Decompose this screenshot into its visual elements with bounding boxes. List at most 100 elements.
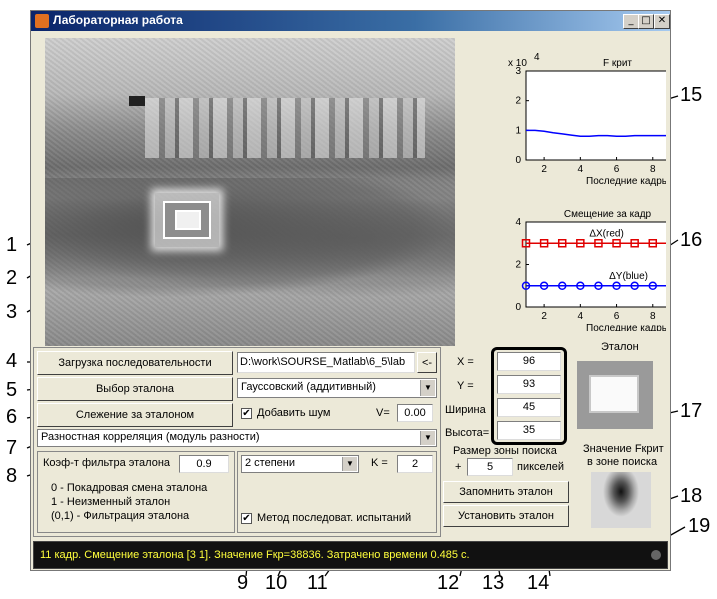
width-field[interactable]: 45 (497, 398, 561, 417)
filter-help-2: 1 - Неизменный эталон (51, 496, 171, 508)
close-button[interactable]: ✕ (654, 14, 670, 29)
remember-template-button[interactable]: Запомнить эталон (443, 481, 569, 503)
callout-18: 18 (680, 485, 703, 507)
x-label: X = (457, 356, 474, 368)
callout-17: 17 (680, 400, 703, 422)
track-template-button[interactable]: Слежение за эталоном (37, 403, 233, 427)
height-label: Высота= (445, 427, 490, 439)
callout-14: 14 (527, 572, 550, 594)
callout-19: 19 (688, 515, 711, 537)
x-tick-label: 2 (541, 164, 547, 175)
x-tick-label: 2 (541, 311, 547, 322)
filter-coef-field[interactable]: 0.9 (179, 455, 229, 473)
select-template-button[interactable]: Выбор эталона (37, 377, 233, 401)
video-frame[interactable] (45, 38, 455, 346)
y-field[interactable]: 93 (497, 375, 561, 394)
callout-11: 11 (307, 572, 328, 594)
status-text: 11 кадр. Смещение эталона [3 1]. Значени… (40, 549, 470, 561)
search-zone-field[interactable]: 5 (467, 458, 513, 476)
scene-trees (45, 178, 455, 298)
seq-test-label: Метод последоват. испытаний (257, 512, 412, 524)
chart-title: Смещение за кадр (564, 209, 652, 220)
y-tick-label: 0 (515, 302, 521, 313)
callout-1: 1 (6, 234, 18, 256)
callout-15: 15 (680, 84, 703, 106)
filter-help-1: 0 - Покадровая смена эталона (51, 482, 208, 494)
chart-title: F крит (603, 58, 632, 69)
series-label: ΔX(red) (589, 228, 623, 239)
add-noise-checkbox[interactable]: ✔ (241, 408, 252, 419)
matlab-icon (35, 14, 49, 28)
chevron-down-icon[interactable]: ▼ (420, 380, 435, 396)
v-value-field[interactable]: 0.00 (397, 404, 433, 422)
y-tick-label: 1 (515, 125, 521, 136)
height-field[interactable]: 35 (497, 421, 561, 440)
seq-test-checkbox[interactable]: ✔ (241, 513, 252, 524)
chart-exponent-power: 4 (534, 52, 540, 63)
x-tick-label: 8 (650, 311, 656, 322)
method-select[interactable]: Разностная корреляция (модуль разности) … (37, 429, 437, 447)
k-value-field[interactable]: 2 (397, 455, 433, 473)
x-tick-label: 6 (614, 164, 620, 175)
k-label: K = (371, 457, 388, 469)
path-arrow-button[interactable]: <- (417, 352, 437, 373)
callout-4: 4 (6, 350, 18, 372)
callout-7: 7 (6, 437, 18, 459)
callout-2: 2 (6, 267, 18, 289)
callout-5: 5 (6, 379, 18, 401)
chevron-down-icon[interactable]: ▼ (420, 431, 435, 445)
fcrit-heatmap (591, 472, 651, 528)
template-frame (175, 210, 201, 230)
fcrit-title-1: Значение Fкрит (583, 443, 664, 455)
x-tick-label: 4 (578, 164, 584, 175)
template-preview-image (577, 361, 653, 429)
callout-3: 3 (6, 301, 18, 323)
callout-8: 8 (6, 465, 18, 487)
search-zone-plus: + (455, 461, 462, 473)
set-template-button[interactable]: Установить эталон (443, 505, 569, 527)
noise-type-select[interactable]: Гауссовский (аддитивный) ▼ (237, 378, 437, 398)
title-bar[interactable]: Лабораторная работа _ □ ✕ (31, 11, 670, 31)
y-tick-label: 2 (515, 260, 521, 271)
callout-9: 9 (237, 572, 249, 594)
v-label: V= (376, 407, 390, 419)
plot-area (525, 70, 666, 161)
x-tick-label: 8 (650, 164, 656, 175)
status-indicator-icon (651, 550, 661, 560)
chevron-down-icon[interactable]: ▼ (342, 457, 357, 471)
x-tick-label: 6 (614, 311, 620, 322)
maximize-button[interactable]: □ (638, 14, 654, 29)
x-tick-label: 4 (578, 311, 584, 322)
series-label: ΔY(blue) (609, 271, 648, 282)
noise-type-value: Гауссовский (аддитивный) (241, 381, 376, 393)
search-zone-unit: пикселей (517, 461, 564, 473)
y-tick-label: 4 (515, 217, 521, 228)
app-window: Лабораторная работа _ □ ✕ Загрузка после… (30, 10, 671, 571)
template-preview-inner (589, 375, 639, 413)
degree-select[interactable]: 2 степени ▼ (241, 455, 359, 473)
sequence-path-field[interactable]: D:\work\SOURSE_Matlab\6_5\lab (237, 352, 415, 373)
search-zone-title: Размер зоны поиска (453, 445, 557, 457)
load-sequence-button[interactable]: Загрузка последовательности (37, 351, 233, 375)
y-tick-label: 2 (515, 96, 521, 107)
degree-value: 2 степени (245, 457, 295, 469)
fcrit-title-2: в зоне поиска (587, 456, 658, 468)
window-title: Лабораторная работа (53, 13, 183, 27)
x-field[interactable]: 96 (497, 352, 561, 371)
scene-roofs (145, 98, 425, 158)
callout-12: 12 (437, 572, 460, 594)
status-bar: 11 кадр. Смещение эталона [3 1]. Значени… (33, 541, 668, 569)
y-label: Y = (457, 380, 474, 392)
minimize-button[interactable]: _ (623, 14, 639, 29)
x-axis-label: Последние кадры (586, 176, 666, 187)
callout-16: 16 (680, 229, 703, 251)
callout-6: 6 (6, 406, 18, 428)
callout-10: 10 (265, 572, 288, 594)
dark-object (129, 96, 145, 106)
width-label: Ширина (445, 404, 486, 416)
offset-chart: Смещение за кадр246810024Последние кадры… (515, 209, 666, 331)
filter-coef-label: Коэф-т фильтра эталона (43, 457, 171, 469)
y-tick-label: 0 (515, 155, 521, 166)
callout-13: 13 (482, 572, 505, 594)
method-value: Разностная корреляция (модуль разности) (41, 431, 260, 443)
